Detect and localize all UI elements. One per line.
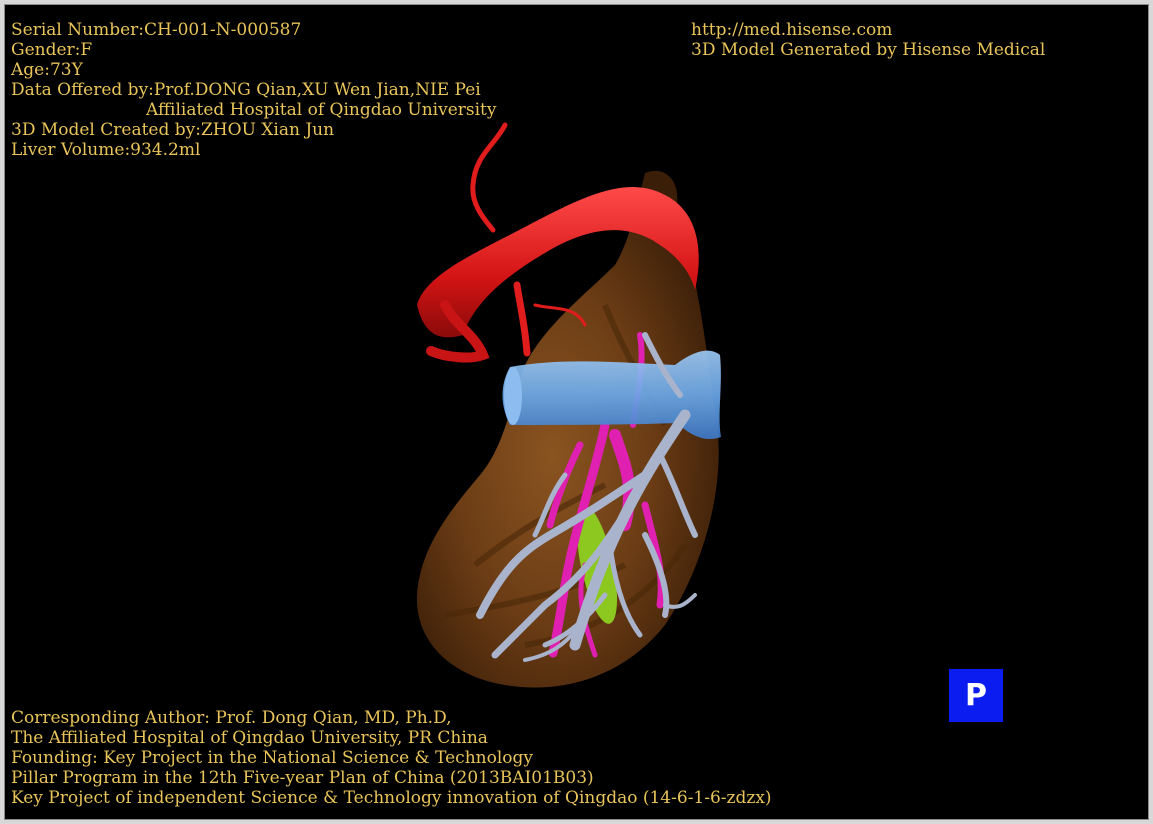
generated-by: 3D Model Generated by Hisense Medical — [691, 40, 1046, 60]
credits-line-2: The Affiliated Hospital of Qingdao Unive… — [11, 728, 488, 748]
artery-descending — [513, 281, 531, 357]
credits-line-4: Pillar Program in the 12th Five-year Pla… — [11, 768, 594, 788]
age: Age:73Y — [11, 60, 83, 80]
data-offered-by: Data Offered by:Prof.DONG Qian,XU Wen Ji… — [11, 80, 481, 100]
orientation-label: P — [965, 677, 987, 713]
credits-line-5: Key Project of independent Science & Tec… — [11, 788, 772, 808]
vena-cava-end — [504, 367, 522, 425]
patient-info-block: Serial Number:CH-001-N-000587 Gender:F A… — [11, 20, 496, 160]
serial-number: Serial Number:CH-001-N-000587 — [11, 20, 302, 40]
credits-block: Corresponding Author: Prof. Dong Qian, M… — [11, 708, 772, 808]
gender: Gender:F — [11, 40, 93, 60]
credits-line-1: Corresponding Author: Prof. Dong Qian, M… — [11, 708, 452, 728]
hospital-name: Affiliated Hospital of Qingdao Universit… — [146, 100, 497, 120]
site-url: http://med.hisense.com — [691, 20, 893, 40]
viewer-frame: Serial Number:CH-001-N-000587 Gender:F A… — [4, 4, 1149, 820]
model-created-by: 3D Model Created by:ZHOU Xian Jun — [11, 120, 335, 140]
orientation-indicator[interactable]: P — [949, 669, 1003, 722]
site-info-block: http://med.hisense.com 3D Model Generate… — [691, 20, 1045, 60]
credits-line-3: Founding: Key Project in the National Sc… — [11, 748, 533, 768]
liver-volume: Liver Volume:934.2ml — [11, 140, 201, 160]
